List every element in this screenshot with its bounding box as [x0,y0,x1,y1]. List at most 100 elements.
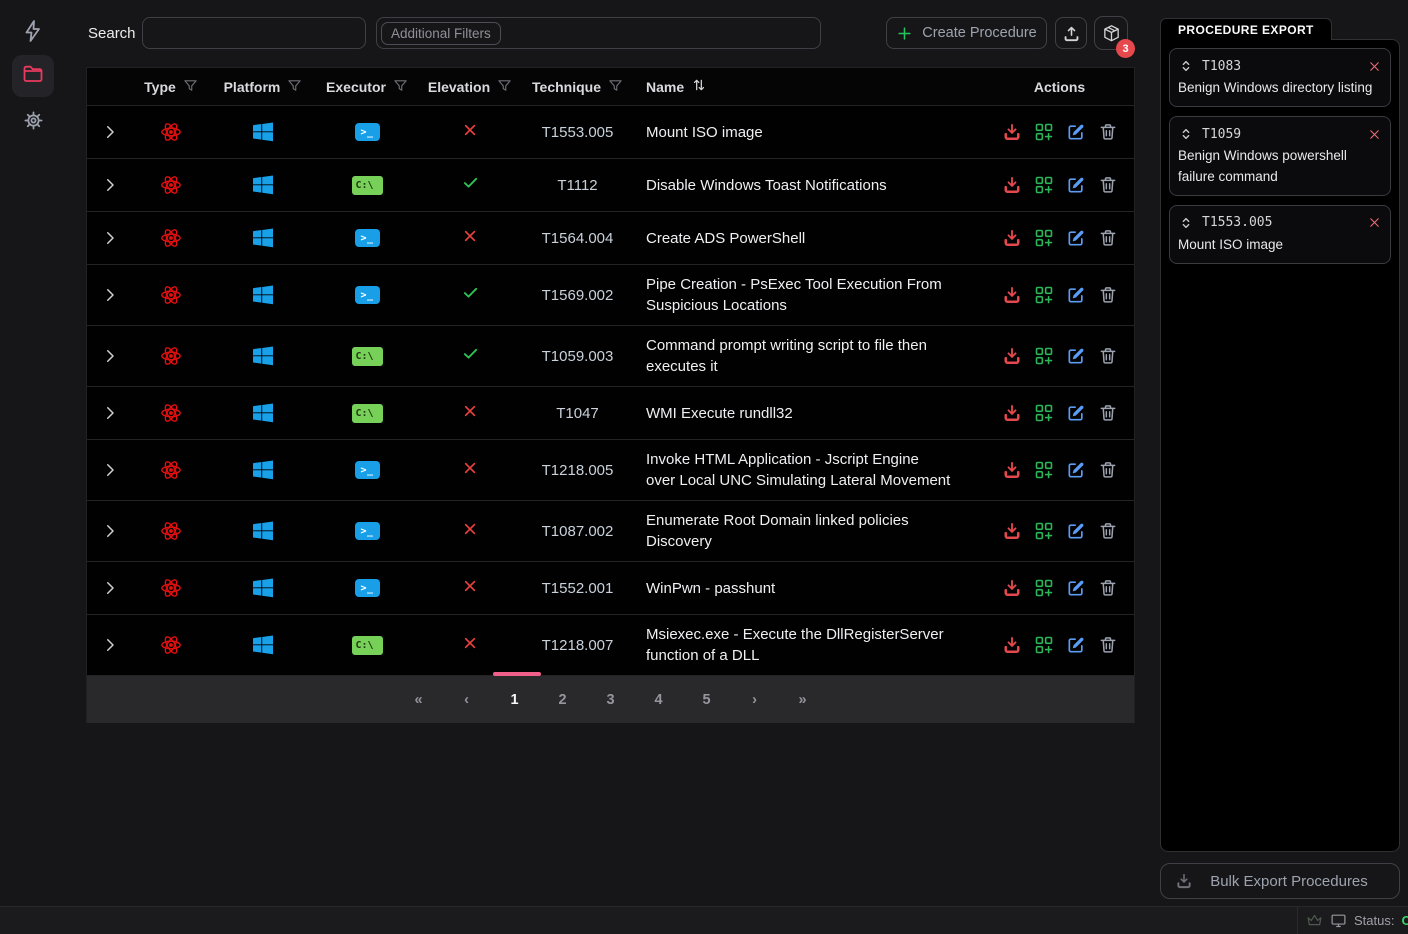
row-expand-button[interactable] [87,404,133,422]
row-expand-button[interactable] [87,347,133,365]
row-expand-button[interactable] [87,636,133,654]
sidebar-item-procedures[interactable] [12,55,54,97]
export-card-technique-id: T1553.005 [1202,215,1359,230]
platform-cell [209,175,317,195]
upload-button[interactable] [1055,17,1087,49]
bulk-export-button[interactable]: Bulk Export Procedures [1160,863,1400,899]
pagination-last[interactable]: » [793,692,813,708]
delete-icon[interactable] [1098,635,1118,655]
pagination-page-2[interactable]: 2 [553,692,573,708]
pagination-page-1[interactable]: 1 [505,692,525,708]
filter-icon[interactable] [608,78,623,96]
add-to-export-icon[interactable] [1034,346,1054,366]
filter-icon[interactable] [393,78,408,96]
row-expand-button[interactable] [87,123,133,141]
add-to-export-icon[interactable] [1034,175,1054,195]
additional-filters-chip[interactable]: Additional Filters [381,22,501,45]
platform-cell [209,521,317,541]
elevation-cell [417,578,523,599]
edit-icon[interactable] [1066,122,1086,142]
download-icon[interactable] [1002,578,1022,598]
chevron-right-icon [101,123,119,141]
download-icon[interactable] [1002,285,1022,305]
row-expand-button[interactable] [87,229,133,247]
edit-icon[interactable] [1066,460,1086,480]
status-bar: Status: OK [0,906,1408,934]
atom-icon [160,284,182,306]
edit-icon[interactable] [1066,403,1086,423]
pagination-page-4[interactable]: 4 [649,692,669,708]
horizontal-scrollbar-thumb[interactable] [493,672,541,676]
delete-icon[interactable] [1098,521,1118,541]
chevron-right-icon [101,522,119,540]
download-icon[interactable] [1002,228,1022,248]
download-icon[interactable] [1002,346,1022,366]
sidebar-item-settings[interactable] [12,102,54,144]
delete-icon[interactable] [1098,122,1118,142]
header-executor: Executor [326,79,386,95]
reorder-handle-icon[interactable] [1178,126,1194,142]
atom-icon [160,634,182,656]
row-expand-button[interactable] [87,176,133,194]
remove-from-export-icon[interactable] [1367,59,1382,74]
download-icon[interactable] [1002,403,1022,423]
row-expand-button[interactable] [87,461,133,479]
edit-icon[interactable] [1066,285,1086,305]
pagination-page-5[interactable]: 5 [697,692,717,708]
filter-icon[interactable] [183,78,198,96]
delete-icon[interactable] [1098,403,1118,423]
delete-icon[interactable] [1098,175,1118,195]
delete-icon[interactable] [1098,346,1118,366]
delete-icon[interactable] [1098,285,1118,305]
add-to-export-icon[interactable] [1034,122,1054,142]
export-queue-button[interactable]: 3 [1094,16,1128,50]
add-to-export-icon[interactable] [1034,403,1054,423]
pagination-prev[interactable]: ‹ [457,692,477,708]
windows-icon [253,521,273,541]
add-to-export-icon[interactable] [1034,460,1054,480]
platform-cell [209,635,317,655]
technique-cell: T1569.002 [523,287,632,304]
download-icon[interactable] [1002,122,1022,142]
edit-icon[interactable] [1066,521,1086,541]
download-icon[interactable] [1002,175,1022,195]
sort-icon[interactable] [691,77,707,96]
additional-filters-input[interactable]: Additional Filters [376,17,821,49]
delete-icon[interactable] [1098,228,1118,248]
add-to-export-icon[interactable] [1034,578,1054,598]
delete-icon[interactable] [1098,578,1118,598]
download-icon[interactable] [1002,635,1022,655]
sidebar-item-dashboard[interactable] [12,12,54,54]
edit-icon[interactable] [1066,175,1086,195]
create-procedure-button[interactable]: Create Procedure [886,17,1047,49]
add-to-export-icon[interactable] [1034,285,1054,305]
remove-from-export-icon[interactable] [1367,215,1382,230]
pagination-next[interactable]: › [745,692,765,708]
edit-icon[interactable] [1066,228,1086,248]
filter-icon[interactable] [497,78,512,96]
search-input[interactable] [142,17,366,49]
row-expand-button[interactable] [87,522,133,540]
name-cell: WinPwn - passhunt [632,569,985,608]
add-to-export-icon[interactable] [1034,635,1054,655]
platform-cell [209,403,317,423]
download-icon[interactable] [1002,521,1022,541]
filter-icon[interactable] [287,78,302,96]
pagination-first[interactable]: « [409,692,429,708]
add-to-export-icon[interactable] [1034,521,1054,541]
row-expand-button[interactable] [87,286,133,304]
reorder-handle-icon[interactable] [1178,58,1194,74]
remove-from-export-icon[interactable] [1367,127,1382,142]
cmd-icon: C:\ [352,636,383,655]
download-icon[interactable] [1002,460,1022,480]
edit-icon[interactable] [1066,346,1086,366]
actions-cell [985,578,1134,598]
delete-icon[interactable] [1098,460,1118,480]
add-to-export-icon[interactable] [1034,228,1054,248]
reorder-handle-icon[interactable] [1178,215,1194,231]
edit-icon[interactable] [1066,635,1086,655]
pagination-page-3[interactable]: 3 [601,692,621,708]
elevation-required-icon [462,345,479,367]
edit-icon[interactable] [1066,578,1086,598]
row-expand-button[interactable] [87,579,133,597]
